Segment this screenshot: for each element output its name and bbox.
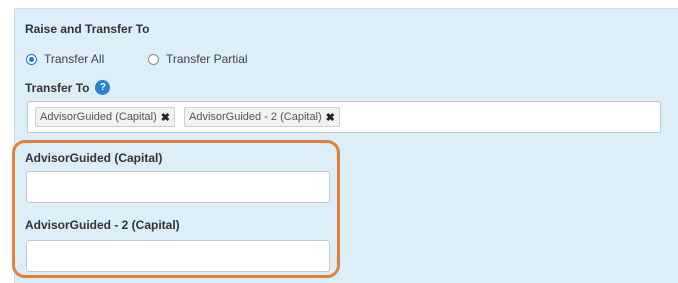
transfer-to-heading: Transfer To ? bbox=[25, 80, 111, 95]
help-icon[interactable]: ? bbox=[95, 80, 111, 95]
tag-label: AdvisorGuided - 2 (Capital) bbox=[189, 111, 322, 123]
section-title: Raise and Transfer To bbox=[25, 22, 150, 36]
transfer-all-radio[interactable] bbox=[26, 53, 37, 65]
tag-label: AdvisorGuided (Capital) bbox=[40, 111, 157, 123]
transfer-all-label[interactable]: Transfer All bbox=[44, 52, 104, 66]
transfer-partial-radio[interactable] bbox=[148, 53, 159, 65]
advisorguided-2-capital-input[interactable] bbox=[26, 240, 330, 272]
transfer-all-radio-option[interactable]: Transfer All bbox=[26, 49, 104, 69]
transfer-to-label: Transfer To bbox=[25, 80, 90, 95]
tag-advisorguided-2-capital: AdvisorGuided - 2 (Capital) ✖ bbox=[184, 107, 340, 127]
field-label-advisorguided-capital: AdvisorGuided (Capital) bbox=[25, 151, 163, 165]
field-label-advisorguided-2-capital: AdvisorGuided - 2 (Capital) bbox=[25, 218, 180, 232]
transfer-partial-label[interactable]: Transfer Partial bbox=[166, 52, 248, 66]
advisorguided-capital-input[interactable] bbox=[26, 171, 330, 203]
transfer-partial-radio-option[interactable]: Transfer Partial bbox=[148, 49, 248, 69]
transfer-to-tag-input[interactable]: AdvisorGuided (Capital) ✖ AdvisorGuided … bbox=[27, 101, 661, 133]
remove-tag-icon[interactable]: ✖ bbox=[326, 111, 335, 124]
remove-tag-icon[interactable]: ✖ bbox=[161, 111, 170, 124]
tag-advisorguided-capital: AdvisorGuided (Capital) ✖ bbox=[35, 107, 175, 127]
